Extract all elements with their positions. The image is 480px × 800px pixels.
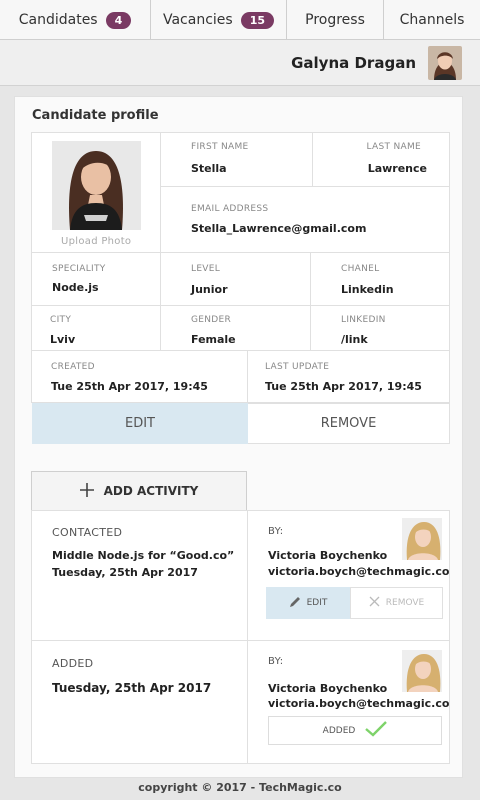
tab-vacancies-label: Vacancies bbox=[162, 12, 233, 28]
first-name-label: FIRST NAME bbox=[191, 142, 249, 152]
activity-author-email[interactable]: victoria.boych@techmagic.co bbox=[268, 697, 449, 710]
gender-value[interactable]: Female bbox=[191, 333, 236, 346]
edit-button[interactable]: EDIT bbox=[32, 403, 248, 444]
photo-cell[interactable]: Upload Photo bbox=[32, 133, 161, 253]
user-name[interactable]: Galyna Dragan bbox=[291, 54, 416, 72]
level-value[interactable]: Junior bbox=[191, 283, 228, 296]
created-label: CREATED bbox=[51, 362, 95, 372]
close-icon bbox=[369, 596, 380, 610]
add-activity-button[interactable]: ADD ACTIVITY bbox=[31, 471, 247, 511]
card-title: Candidate profile bbox=[32, 108, 159, 123]
linkedin-value[interactable]: /link bbox=[341, 333, 368, 346]
first-name-cell: FIRST NAME Stella bbox=[161, 133, 313, 187]
activity-by-label: BY: bbox=[268, 526, 284, 537]
tab-vacancies[interactable]: Vacancies 15 bbox=[151, 0, 287, 40]
footer-copyright: copyright © 2017 - TechMagic.co bbox=[138, 781, 342, 794]
linkedin-cell: LINKEDIN /link bbox=[311, 306, 449, 351]
created-cell: CREATED Tue 25th Apr 2017, 19:45 bbox=[32, 351, 248, 403]
activity-author-avatar bbox=[402, 650, 442, 692]
tab-channels-label: Channels bbox=[399, 12, 465, 28]
tab-progress-label: Progress bbox=[305, 12, 365, 28]
tab-candidates-label: Candidates bbox=[18, 12, 98, 28]
activity-date: Tuesday, 25th Apr 2017 bbox=[52, 566, 198, 579]
last-name-cell: LAST NAME Lawrence bbox=[313, 133, 449, 187]
speciality-value[interactable]: Node.js bbox=[52, 281, 99, 294]
activity-status: CONTACTED bbox=[52, 526, 123, 539]
speciality-cell: SPECIALITY Node.js bbox=[32, 253, 161, 306]
tab-channels[interactable]: Channels bbox=[384, 0, 480, 40]
tab-candidates[interactable]: Candidates 4 bbox=[0, 0, 151, 40]
updated-label: LAST UPDATE bbox=[265, 362, 330, 372]
activity-author-name: Victoria Boychenko bbox=[268, 682, 388, 695]
email-cell: EMAIL ADDRESS Stella_Lawrence@gmail.com bbox=[161, 187, 449, 253]
gender-cell: GENDER Female bbox=[161, 306, 311, 351]
last-name-label: LAST NAME bbox=[366, 142, 421, 152]
pencil-icon bbox=[289, 596, 301, 611]
checkmark-icon bbox=[365, 721, 388, 740]
speciality-label: SPECIALITY bbox=[52, 264, 106, 274]
activity-date: Tuesday, 25th Apr 2017 bbox=[52, 681, 212, 695]
add-activity-label: ADD ACTIVITY bbox=[103, 484, 199, 498]
gender-label: GENDER bbox=[191, 315, 232, 325]
activity-author-name: Victoria Boychenko bbox=[268, 549, 388, 562]
candidate-photo bbox=[52, 141, 141, 230]
activity-edit-button[interactable]: EDIT bbox=[266, 587, 350, 619]
chanel-cell: CHANEL Linkedin bbox=[311, 253, 449, 306]
activity-remove-label: REMOVE bbox=[385, 598, 425, 608]
activity-edit-label: EDIT bbox=[306, 598, 328, 608]
vacancies-count-badge: 15 bbox=[240, 11, 275, 29]
level-label: LEVEL bbox=[191, 264, 221, 274]
city-cell: CITY Lviv bbox=[32, 306, 161, 351]
updated-value: Tue 25th Apr 2017, 19:45 bbox=[265, 380, 422, 393]
activity-remove-button[interactable]: REMOVE bbox=[350, 587, 443, 619]
chanel-value[interactable]: Linkedin bbox=[341, 283, 394, 296]
activity-author-avatar bbox=[402, 518, 442, 560]
email-value[interactable]: Stella_Lawrence@gmail.com bbox=[191, 222, 366, 235]
updated-cell: LAST UPDATE Tue 25th Apr 2017, 19:45 bbox=[248, 351, 449, 403]
activity-by-label: BY: bbox=[268, 656, 284, 667]
email-label: EMAIL ADDRESS bbox=[191, 204, 269, 214]
added-status-box: ADDED bbox=[268, 716, 442, 745]
activity-status: ADDED bbox=[52, 657, 94, 670]
last-name-value[interactable]: Lawrence bbox=[368, 162, 427, 175]
city-value[interactable]: Lviv bbox=[50, 333, 75, 346]
linkedin-label: LINKEDIN bbox=[341, 315, 386, 325]
top-nav: Candidates 4 Vacancies 15 Progress Chann… bbox=[0, 0, 480, 40]
user-bar: Galyna Dragan bbox=[0, 40, 480, 86]
remove-button[interactable]: REMOVE bbox=[248, 403, 450, 444]
upload-photo-label[interactable]: Upload Photo bbox=[61, 236, 131, 247]
user-avatar[interactable] bbox=[428, 46, 462, 80]
first-name-value[interactable]: Stella bbox=[191, 162, 227, 175]
tab-progress[interactable]: Progress bbox=[287, 0, 384, 40]
candidates-count-badge: 4 bbox=[105, 11, 132, 29]
plus-icon bbox=[79, 482, 94, 500]
city-label: CITY bbox=[50, 315, 72, 325]
activity-author-email[interactable]: victoria.boych@techmagic.co bbox=[268, 565, 449, 578]
activity-divider bbox=[247, 511, 248, 763]
created-value: Tue 25th Apr 2017, 19:45 bbox=[51, 380, 208, 393]
level-cell: LEVEL Junior bbox=[161, 253, 311, 306]
activity-row-divider bbox=[32, 640, 449, 641]
activity-description: Middle Node.js for “Good.co” bbox=[52, 549, 235, 562]
added-label: ADDED bbox=[322, 725, 356, 736]
chanel-label: CHANEL bbox=[341, 264, 380, 274]
